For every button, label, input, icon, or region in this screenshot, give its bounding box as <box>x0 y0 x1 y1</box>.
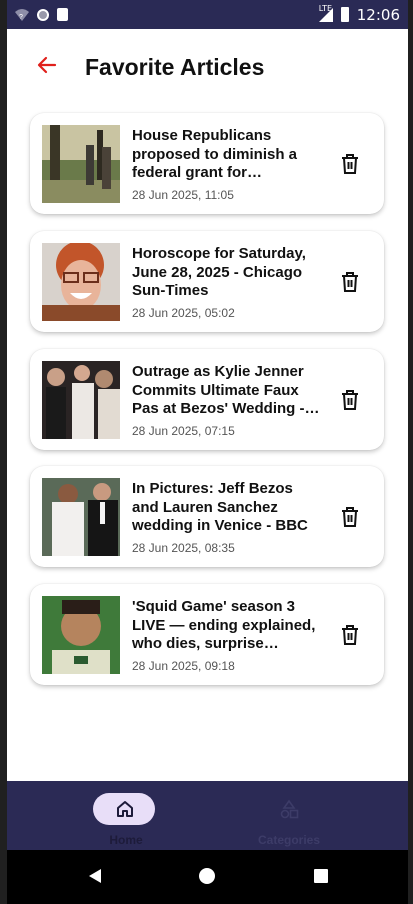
article-date: 28 Jun 2025, 08:35 <box>132 541 235 555</box>
page-title: Favorite Articles <box>85 54 265 80</box>
delete-icon[interactable] <box>339 388 361 412</box>
nav-categories-label: Categories <box>257 833 321 847</box>
bottom-navigation: Home Categories <box>7 781 408 850</box>
article-card[interactable]: Outrage as Kylie Jenner Commits Ultimate… <box>30 349 384 450</box>
article-title: Horoscope for Saturday, June 28, 2025 - … <box>132 245 306 299</box>
system-home-icon[interactable] <box>198 867 216 885</box>
status-time: 12:06 <box>356 5 400 24</box>
article-card[interactable]: Horoscope for Saturday, June 28, 2025 - … <box>30 231 384 332</box>
article-card[interactable]: House Republicans proposed to diminish a… <box>30 113 384 214</box>
status-bar: ? LTE 12:06 <box>7 0 408 29</box>
delete-icon[interactable] <box>339 623 361 647</box>
nav-home[interactable]: Home <box>76 791 176 847</box>
delete-icon[interactable] <box>339 152 361 176</box>
article-thumbnail <box>42 125 120 203</box>
network-type: LTE <box>318 3 333 13</box>
article-date: 28 Jun 2025, 07:15 <box>132 424 235 438</box>
sd-card-icon <box>57 8 68 21</box>
battery-icon <box>340 7 349 22</box>
system-back-icon[interactable] <box>86 867 104 885</box>
delete-icon[interactable] <box>339 505 361 529</box>
article-card[interactable]: In Pictures: Jeff Bezos and Lauren Sanch… <box>30 466 384 567</box>
nav-categories[interactable]: Categories <box>239 791 339 847</box>
article-thumbnail <box>42 243 120 321</box>
app-screen: ? LTE 12:06 Favorite Articles House Repu… <box>7 0 408 904</box>
sync-icon <box>37 8 49 21</box>
article-thumbnail <box>42 596 120 674</box>
svg-text:?: ? <box>19 14 23 21</box>
article-card[interactable]: 'Squid Game' season 3 LIVE — ending expl… <box>30 584 384 685</box>
home-icon <box>117 801 133 817</box>
back-arrow-icon[interactable] <box>35 53 59 77</box>
article-date: 28 Jun 2025, 05:02 <box>132 306 235 320</box>
article-title: House Republicans proposed to diminish a… <box>132 127 298 181</box>
article-thumbnail <box>42 478 120 556</box>
system-recents-icon[interactable] <box>312 867 330 885</box>
system-navigation-bar <box>7 850 408 904</box>
delete-icon[interactable] <box>339 270 361 294</box>
article-title: Outrage as Kylie Jenner Commits Ultimate… <box>132 363 305 417</box>
app-bar: Favorite Articles <box>7 29 408 107</box>
signal-icon: LTE <box>318 4 333 22</box>
article-title: In Pictures: Jeff Bezos and Lauren Sanch… <box>132 480 308 534</box>
article-title: 'Squid Game' season 3 LIVE — ending expl… <box>132 598 316 652</box>
categories-icon <box>280 799 299 819</box>
nav-home-label: Home <box>109 833 143 847</box>
article-date: 28 Jun 2025, 09:18 <box>132 659 235 673</box>
article-date: 28 Jun 2025, 11:05 <box>132 188 234 202</box>
wifi-icon: ? <box>15 8 29 21</box>
article-thumbnail <box>42 361 120 439</box>
